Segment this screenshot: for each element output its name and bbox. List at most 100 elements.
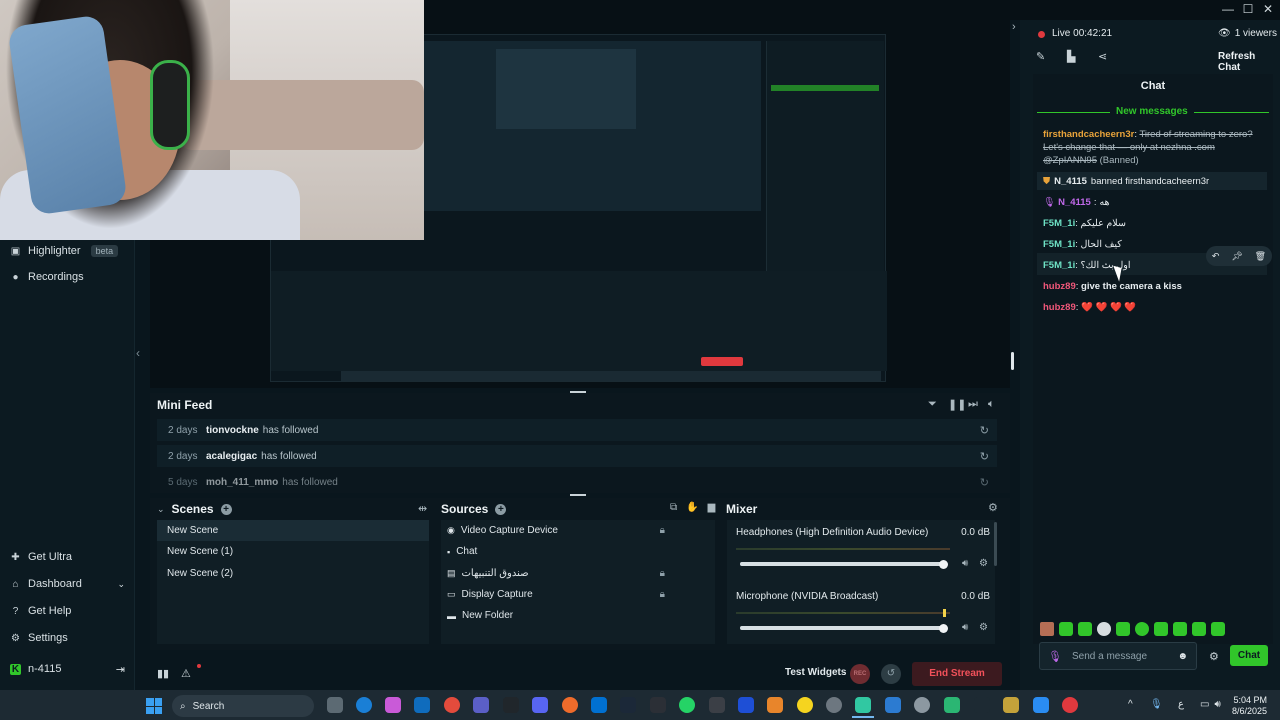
app-icon[interactable]: [1033, 697, 1049, 713]
emote-icon[interactable]: [1059, 622, 1073, 636]
clock[interactable]: 5:04 PM 8/6/2025: [1232, 695, 1267, 717]
app-icon[interactable]: [709, 697, 725, 713]
emote-icon[interactable]: [1173, 622, 1187, 636]
gear-icon[interactable]: ⚙: [988, 501, 998, 514]
refresh-chat-button[interactable]: Refresh Chat: [1218, 51, 1280, 73]
microphone-icon[interactable]: 🎙︎: [1150, 699, 1163, 710]
volume-icon[interactable]: 🔈︎: [988, 398, 995, 411]
source-group-icon[interactable]: ✋: [686, 502, 698, 513]
speaker-icon[interactable]: 🔊︎: [962, 558, 968, 569]
source-item[interactable]: ▬ New Folder: [447, 605, 665, 626]
mixer-scrollbar[interactable]: [994, 522, 997, 566]
replay-icon[interactable]: ↻: [980, 476, 989, 489]
chevron-right-icon[interactable]: ›: [1012, 21, 1016, 33]
source-item[interactable]: ▭ Display Capture 🔒︎: [447, 584, 665, 605]
volume-slider[interactable]: [740, 559, 948, 569]
teams-icon[interactable]: [473, 697, 489, 713]
taskbar-search[interactable]: ⌕ Search: [172, 695, 314, 717]
slider-knob[interactable]: [939, 623, 948, 633]
volume-slider[interactable]: [740, 623, 948, 633]
discord-icon[interactable]: [532, 697, 548, 713]
app-icon[interactable]: [738, 697, 754, 713]
send-chat-button[interactable]: Chat: [1230, 645, 1268, 666]
add-folder-icon[interactable]: ▆: [708, 502, 716, 513]
chat-username[interactable]: firsthandcacheern3r: [1043, 129, 1134, 140]
close-button[interactable]: ✕: [1257, 0, 1279, 20]
pin-icon[interactable]: 📌︎: [1231, 251, 1242, 262]
collapse-sidebar-icon[interactable]: ‹: [136, 346, 140, 360]
popout-icon[interactable]: ▙: [1067, 50, 1075, 63]
snapchat-icon[interactable]: [797, 697, 813, 713]
gear-icon[interactable]: ⚙: [1209, 650, 1219, 663]
nav-user[interactable]: K n-4115 ⇥: [10, 659, 125, 679]
app-icon[interactable]: [974, 697, 990, 713]
performance-icon[interactable]: ▮▮: [157, 667, 169, 680]
app-icon[interactable]: [767, 697, 783, 713]
epic-games-icon[interactable]: [503, 697, 519, 713]
emote-icon[interactable]: [1097, 622, 1111, 636]
undo-icon[interactable]: ↶: [1212, 251, 1220, 262]
chat-username[interactable]: N_4115: [1058, 196, 1091, 209]
slider-knob[interactable]: [939, 559, 948, 569]
emote-icon[interactable]: [1078, 622, 1092, 636]
emote-icon[interactable]: [1192, 622, 1206, 636]
playstation-icon[interactable]: [591, 697, 607, 713]
app-icon[interactable]: [1003, 697, 1019, 713]
scene-item[interactable]: New Scene: [157, 520, 429, 541]
skip-icon[interactable]: ⏭: [968, 398, 978, 411]
add-overlay-icon[interactable]: ⧉: [670, 502, 677, 513]
copilot-icon[interactable]: [385, 697, 401, 713]
task-view-icon[interactable]: [327, 697, 343, 713]
preview-resize-handle[interactable]: [1011, 352, 1014, 370]
chat-username[interactable]: hubz89: [1043, 281, 1076, 292]
chevron-up-icon[interactable]: ^: [1128, 699, 1133, 710]
language-indicator[interactable]: ع: [1178, 699, 1184, 710]
chat-input[interactable]: Send a message: [1072, 651, 1168, 662]
steam-icon[interactable]: [620, 697, 636, 713]
resize-grip[interactable]: [570, 391, 586, 393]
chat-username[interactable]: F5M_1i: [1043, 239, 1075, 250]
minimize-button[interactable]: —: [1217, 0, 1239, 20]
nav-get-help[interactable]: ? Get Help: [10, 601, 72, 621]
nav-highlighter[interactable]: ▣ Highlighter beta: [10, 241, 119, 261]
pencil-icon[interactable]: ✎: [1036, 50, 1045, 63]
filter-icon[interactable]: ⏷: [928, 398, 937, 411]
test-widgets-button[interactable]: Test Widgets: [785, 667, 846, 678]
chrome-icon[interactable]: [444, 697, 460, 713]
source-item[interactable]: ▪ Chat: [447, 541, 665, 562]
chat-username[interactable]: F5M_1i: [1043, 260, 1075, 271]
pause-icon[interactable]: ❚❚: [948, 398, 966, 411]
lock-icon[interactable]: 🔒︎: [660, 568, 665, 579]
gear-icon[interactable]: ⚙: [979, 558, 988, 569]
emoji-icon[interactable]: ☻: [1177, 651, 1188, 662]
chrome-icon[interactable]: [1062, 697, 1078, 713]
gear-icon[interactable]: ⚙: [979, 622, 988, 633]
app-icon[interactable]: [885, 697, 901, 713]
add-scene-icon[interactable]: +: [220, 503, 232, 515]
alert-icon[interactable]: ⚠: [181, 667, 191, 680]
system-tray[interactable]: ▭ 🔊︎: [1200, 699, 1221, 710]
add-source-icon[interactable]: +: [495, 503, 507, 515]
record-button[interactable]: REC: [850, 664, 870, 684]
lock-icon[interactable]: 🔒︎: [660, 589, 665, 600]
edge-icon[interactable]: [356, 697, 372, 713]
trash-icon[interactable]: 🗑︎: [1255, 251, 1266, 262]
source-item[interactable]: ◉ Video Capture Device 🔒︎: [447, 520, 665, 541]
emote-icon[interactable]: [1135, 622, 1149, 636]
nav-dashboard[interactable]: ⌂ Dashboard ⌄: [10, 574, 125, 594]
share-icon[interactable]: ⋖: [1098, 50, 1107, 63]
nav-get-ultra[interactable]: ✚ Get Ultra: [10, 547, 72, 567]
app-icon[interactable]: [944, 697, 960, 713]
outlook-icon[interactable]: [414, 697, 430, 713]
resize-grip[interactable]: [570, 494, 586, 496]
end-stream-button[interactable]: End Stream: [912, 662, 1002, 686]
emote-icon[interactable]: [1040, 622, 1054, 636]
app-icon[interactable]: [826, 697, 842, 713]
scene-item[interactable]: New Scene (2): [157, 563, 429, 584]
replay-buffer-icon[interactable]: ↺: [881, 664, 901, 684]
replay-icon[interactable]: ↻: [980, 424, 989, 437]
scene-item[interactable]: New Scene (1): [157, 541, 429, 562]
streamlabs-icon[interactable]: [855, 697, 871, 713]
emote-icon[interactable]: [1116, 622, 1130, 636]
chevron-down-icon[interactable]: ⌄: [157, 504, 165, 515]
